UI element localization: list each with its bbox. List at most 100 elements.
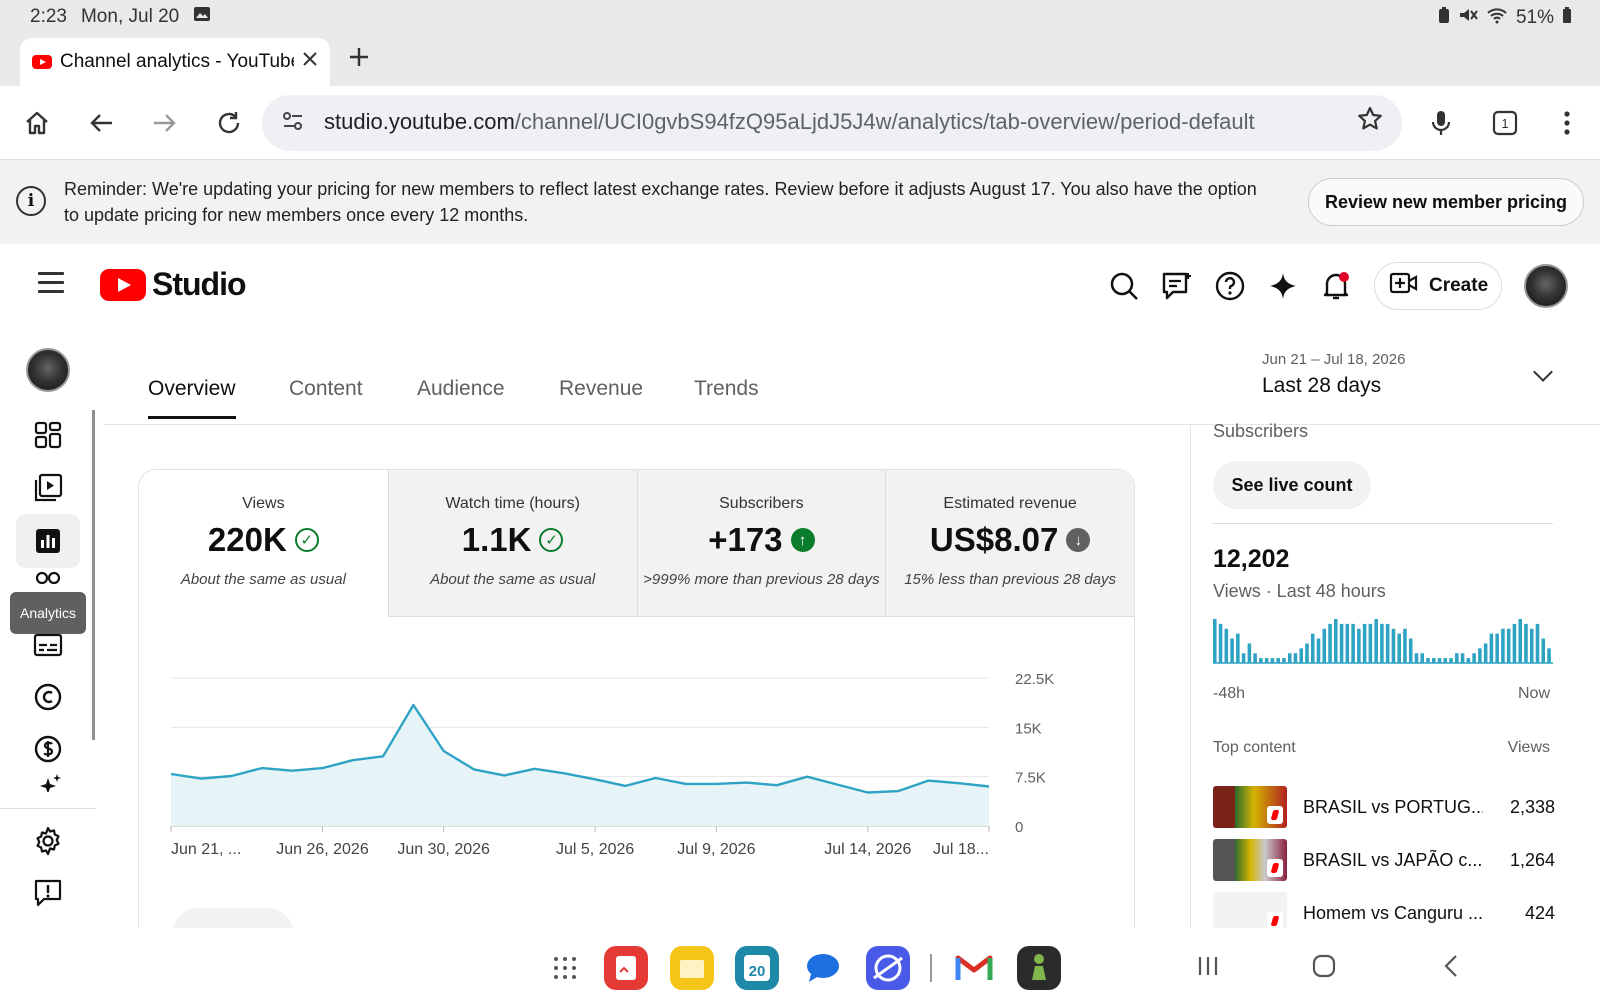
realtime-bar <box>1403 628 1407 663</box>
tab-audience[interactable]: Audience <box>417 377 505 401</box>
feedback-icon <box>34 879 62 907</box>
metric-subscribers[interactable]: Subscribers +173 ↑ >999% more than previo… <box>636 470 886 617</box>
home-icon[interactable] <box>18 104 56 142</box>
tab-content[interactable]: Content <box>289 377 363 401</box>
mute-icon <box>1458 6 1478 30</box>
divider <box>1213 523 1553 524</box>
messages-app-icon[interactable] <box>801 946 845 990</box>
search-icon[interactable] <box>1106 268 1142 304</box>
metric-label: Subscribers <box>719 495 804 512</box>
bookmark-star-icon[interactable] <box>1356 105 1384 140</box>
top-content-heading: Top content <box>1213 739 1296 756</box>
realtime-bar <box>1236 633 1240 663</box>
address-bar[interactable]: studio.youtube.com/channel/UCI0gvbS94fzQ… <box>262 95 1402 151</box>
status-bar: 2:23 Mon, Jul 20 51% <box>0 0 1600 36</box>
arrow-down-icon: ↓ <box>1066 528 1091 552</box>
gallery-icon <box>193 6 211 28</box>
realtime-bar <box>1351 623 1355 663</box>
notes-app-icon[interactable] <box>604 946 648 990</box>
review-pricing-button[interactable]: Review new member pricing <box>1308 178 1584 226</box>
notifications-icon[interactable] <box>1318 268 1354 304</box>
realtime-axis-end: Now <box>1517 685 1550 702</box>
top-content-row[interactable]: BRASIL vs JAPÃO c... 1,264 <box>1213 838 1555 882</box>
sidebar-item-analytics[interactable] <box>16 514 80 568</box>
dollar-icon <box>34 735 62 763</box>
metric-revenue[interactable]: Estimated revenue US$8.07 ↓ 15% less than… <box>885 470 1134 617</box>
chart-y-tick-label: 22.5K <box>1015 671 1054 688</box>
calendar-app-icon[interactable]: 20 <box>735 946 779 990</box>
realtime-bar <box>1472 653 1476 663</box>
account-avatar[interactable] <box>1524 264 1568 308</box>
realtime-bar <box>1512 623 1517 663</box>
studio-logo[interactable]: Studio <box>100 266 247 303</box>
sidebar-item-community[interactable] <box>16 564 80 588</box>
check-circle-icon: ✓ <box>294 528 319 552</box>
metric-tabs: Views 220K ✓ About the same as usual Watc… <box>139 470 1134 617</box>
chart-x-tick-label: Jul 18... <box>933 841 989 858</box>
tab-overview[interactable]: Overview <box>148 377 236 419</box>
channel-avatar[interactable] <box>26 348 70 392</box>
realtime-bar <box>1385 623 1390 663</box>
app-drawer-icon[interactable] <box>553 956 577 985</box>
check-circle-icon: ✓ <box>539 528 564 552</box>
video-title: Homem vs Canguru ... <box>1303 902 1483 923</box>
internet-app-icon[interactable] <box>866 946 910 990</box>
reload-icon[interactable] <box>210 104 248 142</box>
analytics-tooltip: Analytics <box>10 592 86 634</box>
browser-tab[interactable]: Channel analytics - YouTube <box>20 38 330 86</box>
top-content-row[interactable]: BRASIL vs PORTUG... 2,338 <box>1213 785 1555 829</box>
youtube-logo-icon <box>100 268 146 301</box>
realtime-bar <box>1345 623 1350 663</box>
home-button-icon[interactable] <box>1312 954 1336 983</box>
realtime-bar <box>1506 628 1511 663</box>
status-time: 2:23 <box>30 6 67 27</box>
tab-switcher-icon[interactable]: 1 <box>1486 104 1524 142</box>
close-tab-icon[interactable] <box>302 51 318 73</box>
metric-watch-time[interactable]: Watch time (hours) 1.1K ✓ About the same … <box>387 470 637 617</box>
sparkle-icon[interactable] <box>1265 268 1301 304</box>
realtime-bar <box>1310 633 1315 663</box>
new-tab-icon[interactable] <box>348 42 370 76</box>
sidebar-item-content[interactable] <box>16 461 80 515</box>
gmail-app-icon[interactable] <box>952 946 996 990</box>
sidebar-item-dashboard[interactable] <box>16 408 80 462</box>
sidebar-item-customization[interactable] <box>16 768 80 792</box>
tab-trends[interactable]: Trends <box>694 377 759 401</box>
files-app-icon[interactable] <box>670 946 714 990</box>
see-live-count-button[interactable]: See live count <box>1213 461 1371 509</box>
chart-x-tick-label: Jun 26, 2026 <box>276 841 369 858</box>
comments-icon[interactable] <box>1159 268 1195 304</box>
realtime-bar <box>1478 648 1482 663</box>
realtime-bar <box>1305 643 1309 663</box>
period-selector[interactable]: Jun 21 – Jul 18, 2026 Last 28 days <box>1262 351 1553 398</box>
top-content-views-heading: Views <box>1507 739 1550 756</box>
back-arrow-icon[interactable] <box>82 104 120 142</box>
metric-label: Views <box>242 495 285 512</box>
realtime-bar <box>1391 628 1396 663</box>
reminder-text: Reminder: We're updating your pricing fo… <box>64 179 1257 225</box>
chart-x-tick-label: Jun 30, 2026 <box>397 841 490 858</box>
microphone-icon[interactable] <box>1422 104 1460 142</box>
realtime-bar <box>1299 648 1304 663</box>
metric-label: Estimated revenue <box>943 495 1077 512</box>
help-icon[interactable] <box>1212 268 1248 304</box>
recent-apps-icon[interactable] <box>1196 954 1220 983</box>
video-thumbnail <box>1213 839 1287 881</box>
back-button-icon[interactable] <box>1440 954 1464 983</box>
tab-revenue[interactable]: Revenue <box>559 377 643 401</box>
url-text[interactable]: studio.youtube.com/channel/UCI0gvbS94fzQ… <box>324 109 1255 135</box>
sidebar-item-feedback[interactable] <box>16 866 80 920</box>
create-button[interactable]: Create <box>1374 262 1502 310</box>
forward-arrow-icon[interactable] <box>146 104 184 142</box>
realtime-bar <box>1316 638 1321 663</box>
sidebar-item-settings[interactable] <box>16 814 80 868</box>
realtime-bar <box>1230 638 1234 663</box>
menu-icon[interactable] <box>38 272 64 299</box>
site-settings-icon[interactable] <box>282 111 304 137</box>
metric-views[interactable]: Views 220K ✓ About the same as usual <box>139 470 388 617</box>
sidebar-item-copyright[interactable] <box>16 670 80 724</box>
chess-app-icon[interactable] <box>1017 946 1061 990</box>
realtime-bar <box>1362 623 1367 663</box>
more-menu-icon[interactable] <box>1548 104 1586 142</box>
sidebar-scrollbar[interactable] <box>92 410 95 740</box>
